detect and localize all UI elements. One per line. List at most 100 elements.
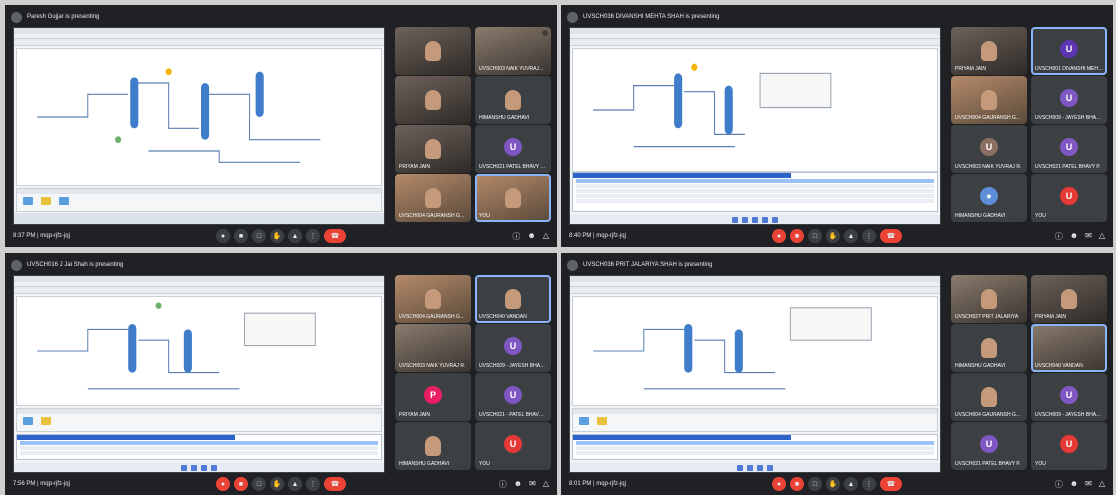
presentation-icon — [11, 11, 22, 23]
taskbar — [570, 215, 940, 224]
participant-tile[interactable]: U UVSCH021 - PATEL BHAVY P. — [475, 373, 551, 421]
participant-tile[interactable]: Priyam Jain — [1031, 275, 1107, 323]
participant-tile[interactable]: HIMANSHU Gadhavi — [951, 324, 1027, 372]
people-icon[interactable]: ☻ — [1070, 479, 1078, 490]
participant-tile[interactable]: UVSCH004 GAURANSH GUPTA — [395, 275, 471, 323]
participant-tile[interactable]: U UVSCH009 - JAYESH BHAGAT — [1031, 373, 1107, 421]
participant-tile-self[interactable]: You — [475, 174, 551, 222]
participant-tile[interactable] — [395, 27, 471, 75]
participant-tile[interactable]: UVSCH003 NAIK YUVRAJ... — [475, 27, 551, 75]
meeting-panel-1: Paresh Gujjar is presenting UVSCH003 NAI… — [5, 5, 557, 247]
mic-icon[interactable]: ● — [772, 477, 786, 491]
participant-tile[interactable] — [395, 76, 471, 124]
participant-tile[interactable]: UVSCH040 Vandan — [1031, 324, 1107, 372]
end-call-icon[interactable]: ☎ — [880, 229, 902, 243]
presenting-banner: UVSCH036 PRIT JALARIYA SHAH is presentin… — [567, 258, 713, 272]
more-options-icon[interactable]: ⋮ — [862, 477, 876, 491]
activities-icon[interactable]: △ — [1099, 479, 1105, 490]
mic-icon[interactable]: ● — [216, 477, 230, 491]
activities-icon[interactable]: △ — [543, 479, 549, 490]
participant-tile[interactable]: UVSCH004 GAURANSH GUPTA — [951, 76, 1027, 124]
meeting-info: 7:56 PM | mqp-rjfz-jqj — [13, 481, 70, 487]
participant-tile[interactable]: P Priyam Jain — [395, 373, 471, 421]
more-options-icon[interactable]: ⋮ — [306, 229, 320, 243]
activities-icon[interactable]: △ — [543, 231, 549, 242]
meeting-collage: Paresh Gujjar is presenting UVSCH003 NAI… — [0, 0, 1116, 495]
chat-icon[interactable]: ✉ — [1085, 479, 1092, 490]
present-screen-icon[interactable]: ▲ — [844, 229, 858, 243]
captions-icon[interactable]: □ — [808, 477, 822, 491]
participant-tile[interactable]: UVSCH003 NAIK YUVRAJ R. — [395, 324, 471, 372]
captions-icon[interactable]: □ — [252, 229, 266, 243]
message-log — [572, 172, 938, 212]
more-options-icon[interactable]: ⋮ — [306, 477, 320, 491]
participant-tile-self[interactable]: U You — [475, 422, 551, 470]
participant-tile[interactable]: Priyam Jain — [395, 125, 471, 173]
participant-tile[interactable]: UVSCH004 GAURANSH GUPTA — [395, 174, 471, 222]
camera-icon[interactable]: ■ — [790, 477, 804, 491]
shared-screen — [569, 27, 941, 225]
chat-icon[interactable]: ✉ — [529, 479, 536, 490]
presenter-label: UVSCH036 PRIT JALARIYA SHAH is presentin… — [583, 262, 713, 268]
raise-hand-icon[interactable]: ✋ — [826, 477, 840, 491]
flowsheet-canvas — [572, 48, 938, 172]
participant-tile[interactable]: UVSCH004 GAURANSH GUPTA — [951, 373, 1027, 421]
present-screen-icon[interactable]: ▲ — [288, 229, 302, 243]
raise-hand-icon[interactable]: ✋ — [826, 229, 840, 243]
participant-tile[interactable]: U UVSCH001 DIVANSHI MEHTA — [1031, 27, 1107, 75]
info-icon[interactable]: ⓘ — [512, 231, 520, 242]
shared-screen — [13, 275, 385, 473]
participants-grid: Priyam Jain U UVSCH001 DIVANSHI MEHTA UVS… — [949, 27, 1109, 223]
camera-icon[interactable]: ■ — [790, 229, 804, 243]
call-controls: 7:56 PM | mqp-rjfz-jqj ● ■ □ ✋ ▲ ⋮ ☎ ⓘ ☻… — [5, 473, 557, 495]
info-icon[interactable]: ⓘ — [1055, 231, 1063, 242]
participant-tile[interactable]: ● HIMANSHU Gadhavi — [951, 174, 1027, 222]
participant-tile[interactable]: HIMANSHU Gadhavi — [475, 76, 551, 124]
model-palette — [16, 408, 382, 432]
people-icon[interactable]: ☻ — [1070, 231, 1078, 242]
camera-icon[interactable]: ■ — [234, 477, 248, 491]
end-call-icon[interactable]: ☎ — [324, 229, 346, 243]
mic-icon[interactable]: ● — [216, 229, 230, 243]
mic-off-icon — [542, 30, 548, 36]
info-icon[interactable]: ⓘ — [499, 479, 507, 490]
people-icon[interactable]: ☻ — [527, 231, 535, 242]
raise-hand-icon[interactable]: ✋ — [270, 477, 284, 491]
end-call-icon[interactable]: ☎ — [324, 477, 346, 491]
call-controls: 8:40 PM | mqp-rjfz-jqj ● ■ □ ✋ ▲ ⋮ ☎ ⓘ ☻… — [561, 225, 1113, 247]
activities-icon[interactable]: △ — [1099, 231, 1105, 242]
status-bar — [14, 213, 384, 224]
people-icon[interactable]: ☻ — [514, 479, 522, 490]
participant-tile[interactable]: U UVSCH003 NAIK YUVRAJ R. — [951, 125, 1027, 173]
participant-tile[interactable]: U UVSCH021 PATEL BHAVY P... — [475, 125, 551, 173]
raise-hand-icon[interactable]: ✋ — [270, 229, 284, 243]
participants-grid: UVSCH004 GAURANSH GUPTA UVSCH040 Vandan … — [393, 275, 553, 471]
captions-icon[interactable]: □ — [252, 477, 266, 491]
message-log — [16, 434, 382, 460]
model-palette — [572, 408, 938, 432]
chat-icon[interactable]: ✉ — [1085, 231, 1092, 242]
presenter-label: Paresh Gujjar is presenting — [27, 14, 100, 20]
more-options-icon[interactable]: ⋮ — [862, 229, 876, 243]
presenting-banner: UVSCH036 DIVANSHI MEHTA SHAH is presenti… — [567, 10, 720, 24]
present-screen-icon[interactable]: ▲ — [844, 477, 858, 491]
end-call-icon[interactable]: ☎ — [880, 477, 902, 491]
mic-icon[interactable]: ● — [772, 229, 786, 243]
participant-tile-self[interactable]: U You — [1031, 174, 1107, 222]
presenting-banner: Paresh Gujjar is presenting — [11, 10, 99, 24]
info-icon[interactable]: ⓘ — [1055, 479, 1063, 490]
participant-tile[interactable]: U UVSCH021 PATEL BHAVY P. — [1031, 125, 1107, 173]
present-screen-icon[interactable]: ▲ — [288, 477, 302, 491]
call-controls: 8:01 PM | mqp-rjfz-jqj ● ■ □ ✋ ▲ ⋮ ☎ ⓘ ☻… — [561, 473, 1113, 495]
participant-tile[interactable]: HIMANSHU Gadhavi — [395, 422, 471, 470]
participant-tile[interactable]: UVSCH027 PRIT JALARIYA — [951, 275, 1027, 323]
participant-tile[interactable]: Priyam Jain — [951, 27, 1027, 75]
participant-tile-self[interactable]: U You — [1031, 422, 1107, 470]
participant-tile[interactable]: UVSCH040 Vandan — [475, 275, 551, 323]
camera-icon[interactable]: ■ — [234, 229, 248, 243]
participant-tile[interactable]: U UVSCH021 PATEL BHAVY P. — [951, 422, 1027, 470]
call-controls: 8:37 PM | mqp-rjfz-jqj ● ■ □ ✋ ▲ ⋮ ☎ ⓘ ☻… — [5, 225, 557, 247]
participant-tile[interactable]: U UVSCH009 - JAYESH BHAGAT — [475, 324, 551, 372]
captions-icon[interactable]: □ — [808, 229, 822, 243]
participant-tile[interactable]: U UVSCH009 - JAYESH BHAGAT — [1031, 76, 1107, 124]
